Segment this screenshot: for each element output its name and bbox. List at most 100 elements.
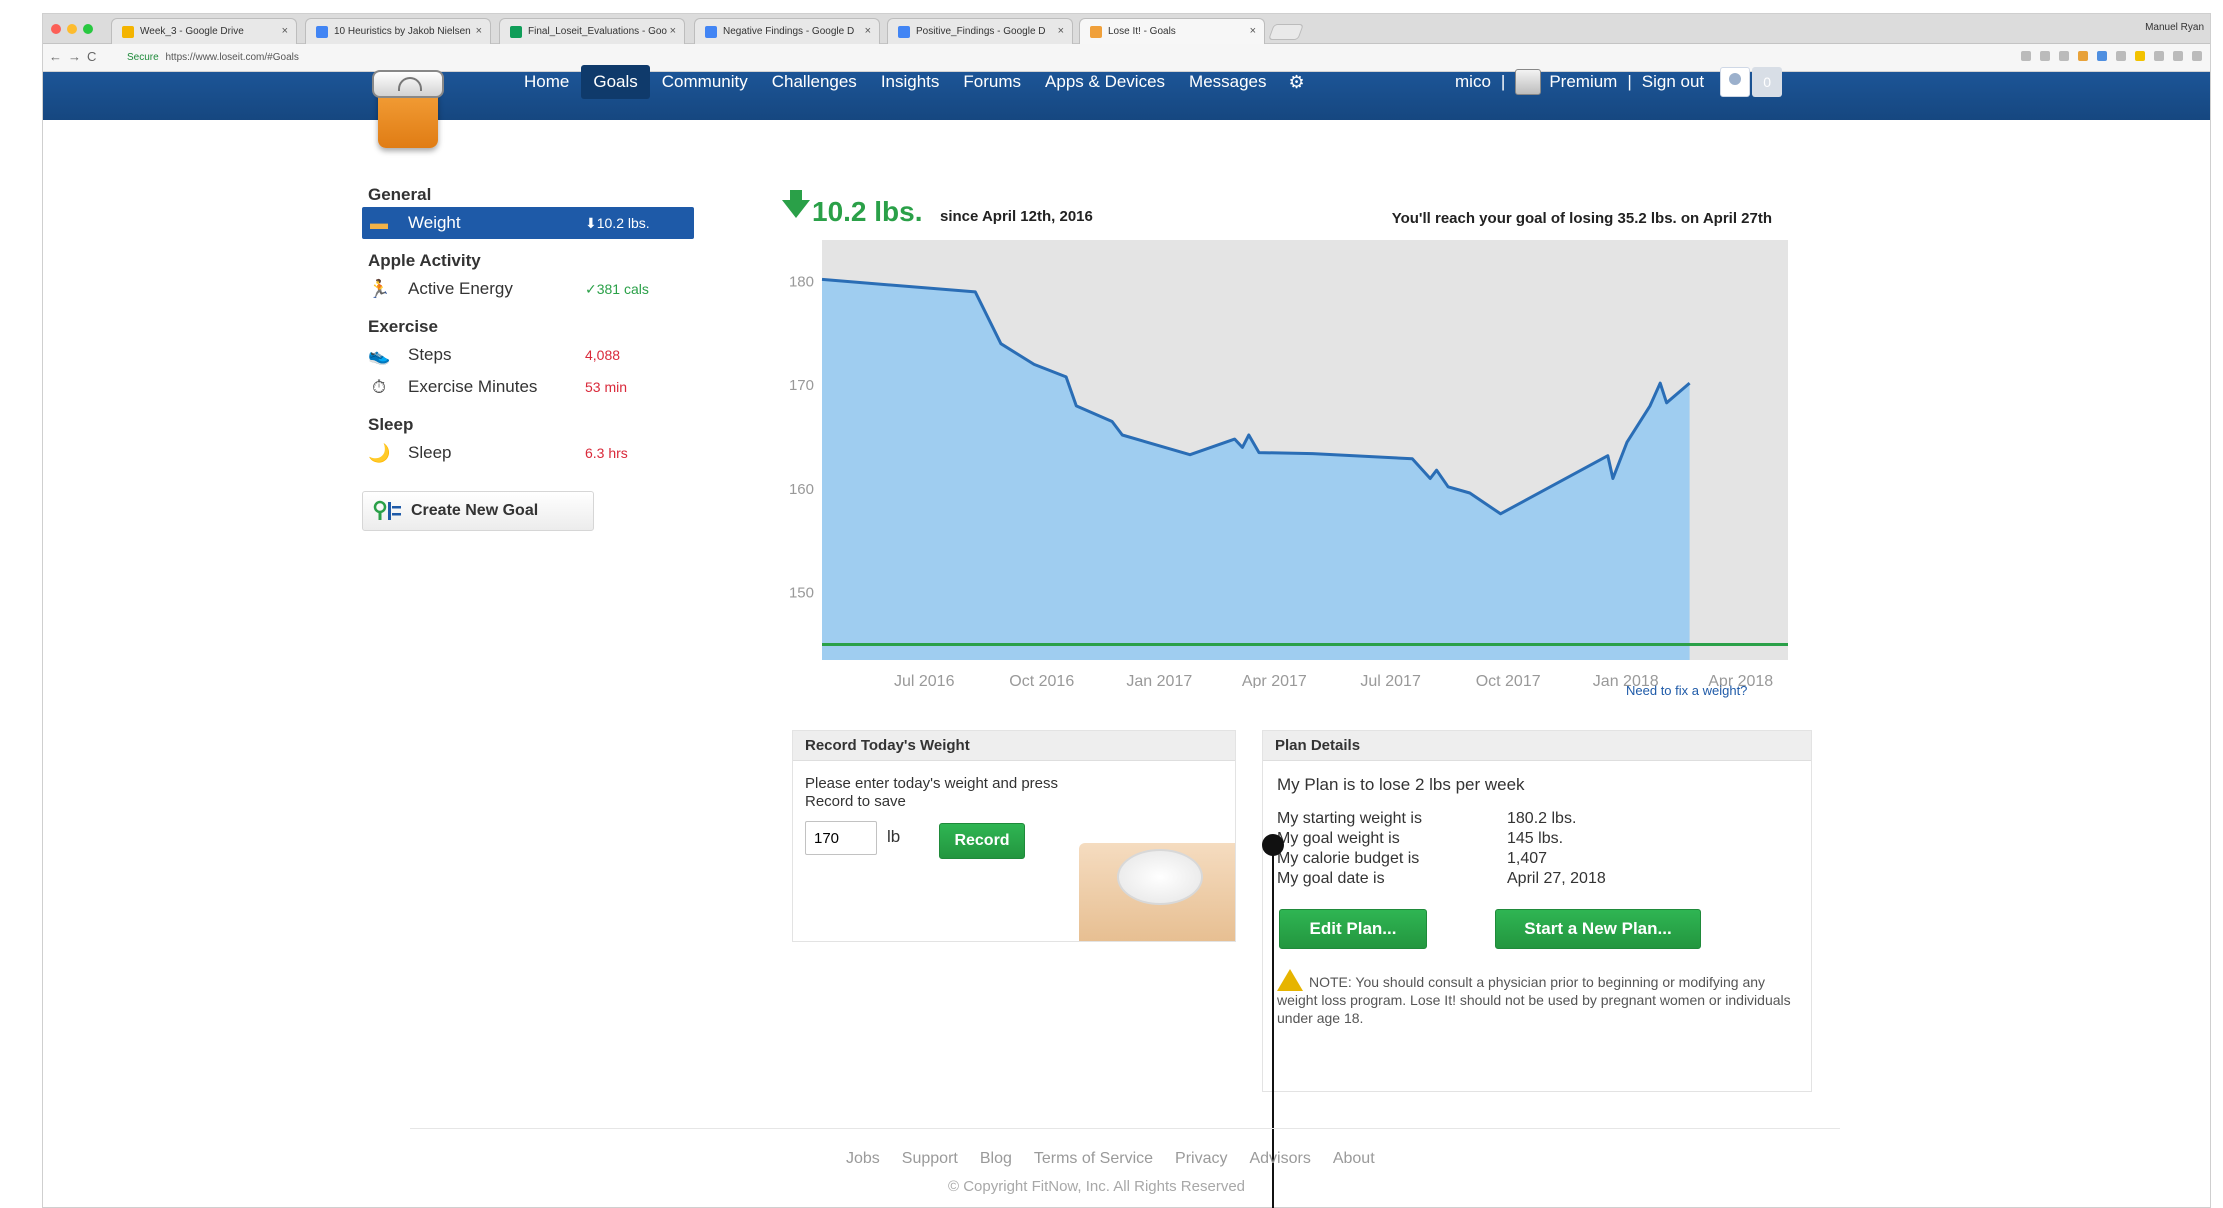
plan-row-value: 1,407 bbox=[1507, 850, 1548, 867]
footer-divider bbox=[410, 1128, 1840, 1129]
nav-link-messages[interactable]: Messages bbox=[1177, 65, 1278, 99]
footer-link-support[interactable]: Support bbox=[902, 1150, 958, 1168]
loseit-logo[interactable] bbox=[372, 70, 444, 154]
new-tab-button[interactable] bbox=[1268, 24, 1304, 40]
plan-row-label: My goal date is bbox=[1277, 870, 1385, 887]
sign-out-link[interactable]: Sign out bbox=[1642, 72, 1704, 92]
moon-icon: 🌙 bbox=[368, 443, 391, 463]
tab-close-icon[interactable]: × bbox=[476, 25, 482, 37]
notification-badge[interactable]: 0 bbox=[1752, 67, 1783, 97]
footer-link-privacy[interactable]: Privacy bbox=[1175, 1150, 1227, 1168]
tab-close-icon[interactable]: × bbox=[670, 25, 676, 37]
window-controls bbox=[51, 24, 93, 34]
weight-summary: 10.2 lbs. since April 12th, 2016 You'll … bbox=[782, 190, 1772, 232]
nav-link-challenges[interactable]: Challenges bbox=[760, 65, 869, 99]
edit-plan-button[interactable]: Edit Plan... bbox=[1279, 909, 1427, 949]
x-tick-label: Jul 2016 bbox=[894, 673, 955, 688]
star-icon[interactable] bbox=[2059, 51, 2069, 61]
extension-icon[interactable] bbox=[2135, 51, 2145, 61]
x-tick-label: Jul 2017 bbox=[1360, 673, 1421, 688]
sidebar-item-label: Steps bbox=[408, 345, 452, 364]
sidebar-item-value: 6.3 hrs bbox=[585, 445, 628, 461]
browser-tab[interactable]: Final_Loseit_Evaluations - Goo × bbox=[499, 18, 685, 44]
minimize-window-icon[interactable] bbox=[67, 24, 77, 34]
browser-tab[interactable]: Week_3 - Google Drive × bbox=[111, 18, 297, 44]
record-weight-panel: Record Today's Weight Please enter today… bbox=[792, 730, 1236, 942]
fix-weight-link[interactable]: Need to fix a weight? bbox=[1626, 683, 1747, 698]
tab-label: Positive_Findings - Google D bbox=[916, 26, 1046, 37]
tab-close-icon[interactable]: × bbox=[865, 25, 871, 37]
weight-input[interactable] bbox=[805, 821, 877, 855]
nav-link-insights[interactable]: Insights bbox=[869, 65, 952, 99]
separator: | bbox=[1627, 72, 1632, 91]
browser-tab[interactable]: Negative Findings - Google D × bbox=[694, 18, 880, 44]
x-tick-label: Jan 2017 bbox=[1126, 673, 1192, 688]
nav-link-forums[interactable]: Forums bbox=[951, 65, 1033, 99]
record-button[interactable]: Record bbox=[939, 823, 1025, 859]
sidebar-item-sleep[interactable]: 🌙 Sleep 6.3 hrs bbox=[362, 437, 702, 469]
menu-icon[interactable] bbox=[2192, 51, 2202, 61]
tab-close-icon[interactable]: × bbox=[282, 25, 288, 37]
sidebar-item-value: 4,088 bbox=[585, 347, 621, 363]
warning-icon bbox=[1277, 969, 1303, 991]
start-new-plan-button[interactable]: Start a New Plan... bbox=[1495, 909, 1701, 949]
sidebar-item-exercise-minutes[interactable]: ⏱ Exercise Minutes 53 min bbox=[362, 371, 702, 403]
browser-tab[interactable]: Positive_Findings - Google D × bbox=[887, 18, 1073, 44]
extension-icon[interactable] bbox=[2097, 51, 2107, 61]
weight-chart: 180 170 160 150 Jul 2016 Oct 2016 Jan 2017 Apr … bbox=[789, 240, 1788, 688]
tab-close-icon[interactable]: × bbox=[1058, 25, 1064, 37]
key-icon[interactable] bbox=[2021, 51, 2031, 61]
weight-unit: lb bbox=[887, 827, 901, 846]
browser-tab[interactable]: Lose It! - Goals × bbox=[1079, 18, 1265, 44]
down-arrow-icon bbox=[782, 190, 810, 218]
copyright: © Copyright FitNow, Inc. All Rights Rese… bbox=[948, 1178, 1245, 1195]
sidebar-item-active-energy[interactable]: 🏃 Active Energy ✓381 cals bbox=[362, 273, 702, 305]
tab-favicon-icon bbox=[1090, 26, 1102, 38]
nav-link-goals[interactable]: Goals bbox=[581, 65, 650, 99]
plan-details-panel: Plan Details My Plan is to lose 2 lbs pe… bbox=[1262, 730, 1812, 1092]
tab-label: Final_Loseit_Evaluations - Goo bbox=[528, 26, 667, 37]
tab-close-icon[interactable]: × bbox=[1250, 25, 1256, 37]
plan-note: NOTE: You should consult a physician pri… bbox=[1277, 969, 1797, 1027]
browser-tab[interactable]: 10 Heuristics by Jakob Nielsen × bbox=[305, 18, 491, 44]
record-panel-title: Record Today's Weight bbox=[793, 731, 1235, 761]
sidebar-item-weight[interactable]: ▬ Weight ⬇10.2 lbs. bbox=[362, 207, 694, 239]
footer-link-blog[interactable]: Blog bbox=[980, 1150, 1012, 1168]
gear-icon[interactable]: ⚙ bbox=[1279, 72, 1315, 93]
zoom-window-icon[interactable] bbox=[83, 24, 93, 34]
avatar[interactable] bbox=[1720, 67, 1751, 97]
nav-link-community[interactable]: Community bbox=[650, 65, 760, 99]
sidebar-item-label: Weight bbox=[408, 213, 461, 232]
tab-favicon-icon bbox=[705, 26, 717, 38]
weight-change: 10.2 lbs. bbox=[812, 196, 923, 227]
plan-row: My starting weight is 180.2 lbs. bbox=[1277, 809, 1606, 829]
sidebar-item-steps[interactable]: 👟 Steps 4,088 bbox=[362, 339, 702, 371]
footer-link-about[interactable]: About bbox=[1333, 1150, 1375, 1168]
extension-icon[interactable] bbox=[2154, 51, 2164, 61]
nav-link-home[interactable]: Home bbox=[512, 65, 581, 99]
close-window-icon[interactable] bbox=[51, 24, 61, 34]
browser-nav-icons[interactable]: ←→C bbox=[49, 49, 102, 64]
premium-icon bbox=[1515, 69, 1542, 95]
separator: | bbox=[1500, 72, 1506, 91]
extension-icons bbox=[2021, 51, 2202, 61]
plan-row-value: April 27, 2018 bbox=[1507, 870, 1606, 887]
footer-link-terms-of-service[interactable]: Terms of Service bbox=[1034, 1150, 1153, 1168]
create-goal-label: Create New Goal bbox=[411, 502, 539, 519]
footer-link-jobs[interactable]: Jobs bbox=[846, 1150, 880, 1168]
sidebar-item-label: Active Energy bbox=[408, 279, 513, 298]
footer-link-advisors[interactable]: Advisors bbox=[1249, 1150, 1310, 1168]
profile-name[interactable]: Manuel Ryan bbox=[2145, 22, 2204, 33]
create-new-goal-button[interactable]: Create New Goal bbox=[362, 491, 594, 531]
premium-link[interactable]: Premium bbox=[1549, 72, 1617, 92]
weight-icon: ▬ bbox=[370, 213, 388, 233]
username[interactable]: mico bbox=[1455, 72, 1491, 92]
extension-icon[interactable] bbox=[2078, 51, 2088, 61]
extension-icon[interactable] bbox=[2116, 51, 2126, 61]
nav-link-apps-devices[interactable]: Apps & Devices bbox=[1033, 65, 1177, 99]
zoom-icon[interactable] bbox=[2040, 51, 2050, 61]
tab-favicon-icon bbox=[510, 26, 522, 38]
tab-favicon-icon bbox=[122, 26, 134, 38]
extension-icon[interactable] bbox=[2173, 51, 2183, 61]
sidebar-item-value: ⬇10.2 lbs. bbox=[585, 215, 650, 231]
